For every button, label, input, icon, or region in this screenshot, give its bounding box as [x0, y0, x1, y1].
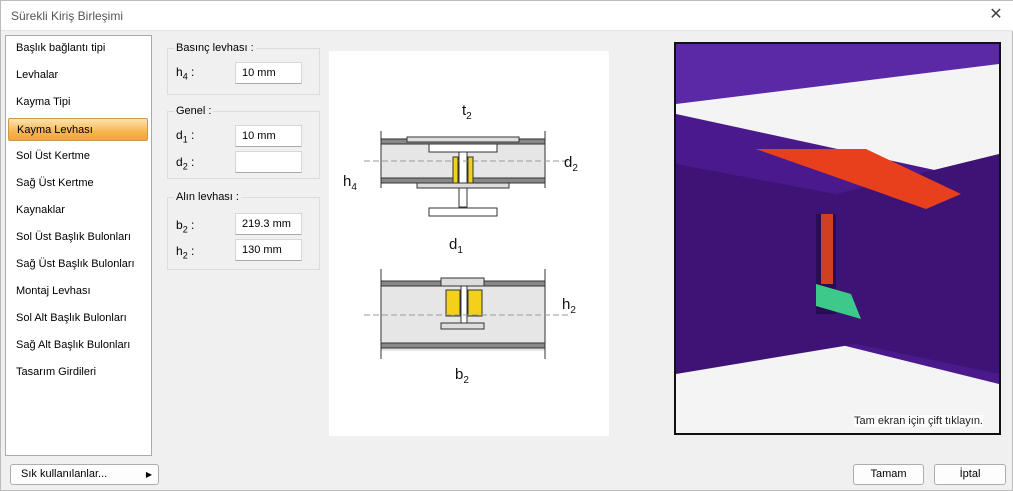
group-alin-levhasi: Alın levhası : b2 : 219.3 mm h2 : 130 mm	[167, 191, 320, 270]
b2-dim-label: b2	[455, 366, 469, 386]
sidebar-item[interactable]: Tasarım Girdileri	[8, 361, 148, 384]
d1-label: d1 :	[176, 128, 195, 145]
group-title: Alın levhası :	[174, 191, 241, 203]
sidebar-item[interactable]: Sol Üst Kertme	[8, 145, 148, 168]
t2-label: t2	[462, 102, 472, 122]
cancel-button[interactable]: İptal	[934, 464, 1006, 485]
h4-dim-label: h4	[343, 173, 357, 193]
h2-input[interactable]: 130 mm	[235, 239, 302, 261]
sidebar-item[interactable]: Kayma Levhası	[8, 118, 148, 141]
d2-input[interactable]	[235, 151, 302, 173]
sidebar-item[interactable]: Sağ Alt Başlık Bulonları	[8, 334, 148, 357]
title-bar: Sürekli Kiriş Birleşimi ✕	[1, 1, 1013, 31]
sidebar-item[interactable]: Kaynaklar	[8, 199, 148, 222]
close-icon[interactable]: ✕	[986, 5, 1006, 25]
d2-label: d2 :	[176, 155, 195, 172]
ok-button[interactable]: Tamam	[853, 464, 924, 485]
fullscreen-hint: Tam ekran için çift tıklayın.	[854, 415, 983, 427]
sidebar-item[interactable]: Başlık bağlantı tipi	[8, 37, 148, 60]
b2-input[interactable]: 219.3 mm	[235, 213, 302, 235]
h2-dim-label: h2	[562, 296, 576, 316]
favorites-label: Sık kullanılanlar...	[21, 468, 108, 480]
sidebar-item[interactable]: Sol Alt Başlık Bulonları	[8, 307, 148, 330]
sidebar-item[interactable]: Montaj Levhası	[8, 280, 148, 303]
group-genel: Genel : d1 : 10 mm d2 :	[167, 105, 320, 179]
sidebar-item[interactable]: Kayma Tipi	[8, 91, 148, 114]
sidebar: Başlık bağlantı tipi Levhalar Kayma Tipi Ka…	[5, 35, 152, 456]
sidebar-item[interactable]: Sağ Üst Kertme	[8, 172, 148, 195]
sidebar-item[interactable]: Sağ Üst Başlık Bulonları	[8, 253, 148, 276]
d2-dim-label: d2	[564, 154, 578, 174]
favorites-button[interactable]: Sık kullanılanlar... ▶	[10, 464, 159, 485]
group-title: Genel :	[174, 105, 214, 117]
section-bottom	[364, 269, 569, 359]
3d-view[interactable]: Tam ekran için çift tıklayın.	[674, 42, 1001, 435]
d1-dim-label: d1	[449, 236, 463, 256]
d1-input[interactable]: 10 mm	[235, 125, 302, 147]
h4-label: h4 :	[176, 65, 195, 82]
window-title: Sürekli Kiriş Birleşimi	[11, 9, 124, 23]
group-title: Basınç levhası :	[174, 42, 256, 54]
sidebar-item[interactable]: Sol Üst Başlık Bulonları	[8, 226, 148, 249]
connection-diagram: t2 d2 h4 d1 h2 b2	[329, 51, 609, 436]
sidebar-item[interactable]: Levhalar	[8, 64, 148, 87]
h2-label: h2 :	[176, 244, 195, 261]
group-basinc-levhasi: Basınç levhası : h4 : 10 mm	[167, 42, 320, 95]
section-top	[364, 131, 569, 217]
h4-input[interactable]: 10 mm	[235, 62, 302, 84]
chevron-right-icon: ▶	[145, 470, 152, 479]
b2-label: b2 :	[176, 218, 195, 235]
